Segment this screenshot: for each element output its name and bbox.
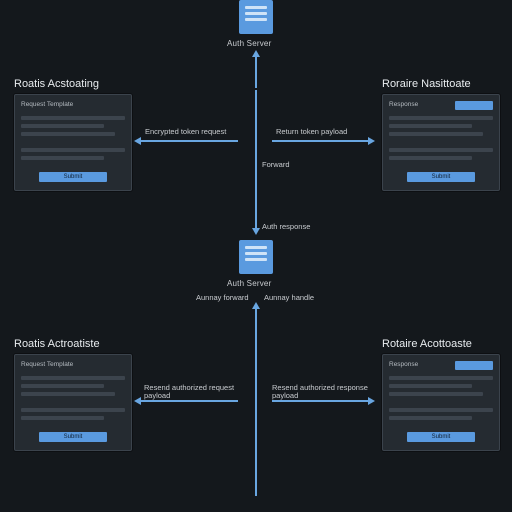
page-card: Response Submit xyxy=(382,354,500,451)
arrow-head-left xyxy=(134,137,141,145)
card-line xyxy=(21,148,125,152)
card-line xyxy=(389,408,493,412)
arrow-label: Encrypted token request xyxy=(145,127,226,136)
card-line xyxy=(21,408,125,412)
card-title: Roatis Acstoating xyxy=(14,78,132,90)
arrow-line xyxy=(140,140,238,142)
arrow-label: Auth response xyxy=(262,222,310,231)
card-button[interactable]: Submit xyxy=(39,172,107,182)
arrow-line xyxy=(272,400,370,402)
card-line xyxy=(389,124,472,128)
page-card: Request Template Submit xyxy=(14,94,132,191)
card-title: Roatis Actroatiste xyxy=(14,338,132,350)
card-tl: Roatis Acstoating Request Template Submi… xyxy=(14,78,132,191)
card-button[interactable]: Submit xyxy=(407,172,475,182)
arrow-label: Forward xyxy=(262,160,290,169)
arrow-label: Aunnay handle xyxy=(264,293,314,302)
card-line xyxy=(389,384,472,388)
server-caption: Auth Server xyxy=(227,279,271,288)
arrow-line xyxy=(255,54,257,88)
arrow-label: Resend authorized request payload xyxy=(144,384,244,400)
page-card: Request Template Submit xyxy=(14,354,132,451)
arrow-label: Return token payload xyxy=(276,127,347,136)
arrow-head-down xyxy=(252,228,260,235)
server-line xyxy=(245,6,267,9)
card-br: Rotaire Acottoaste Response Submit xyxy=(382,338,500,451)
card-line xyxy=(389,392,483,396)
card-line xyxy=(389,156,472,160)
card-button[interactable]: Submit xyxy=(407,432,475,442)
server-caption: Auth Server xyxy=(227,39,271,48)
card-line xyxy=(389,376,493,380)
page-card: Response Submit xyxy=(382,94,500,191)
arrow-line xyxy=(255,306,257,496)
arrow-head-right xyxy=(368,137,375,145)
server-icon xyxy=(239,240,273,274)
card-header: Request Template xyxy=(21,101,73,110)
card-tr: Roraire Nasittoate Response Submit xyxy=(382,78,500,191)
card-button[interactable]: Submit xyxy=(39,432,107,442)
arrow-label: Aunnay forward xyxy=(196,293,249,302)
arrow-label: Resend authorized response payload xyxy=(272,384,376,400)
server-line xyxy=(245,258,267,261)
server-icon xyxy=(239,0,273,34)
card-line xyxy=(389,148,493,152)
arrow-head-up xyxy=(252,302,260,309)
card-line xyxy=(389,116,493,120)
card-bl: Roatis Actroatiste Request Template Subm… xyxy=(14,338,132,451)
card-header: Request Template xyxy=(21,361,73,370)
card-chip xyxy=(455,101,493,110)
card-line xyxy=(21,416,104,420)
arrow-head-up xyxy=(252,50,260,57)
arrow-line xyxy=(272,140,370,142)
card-title: Roraire Nasittoate xyxy=(382,78,500,90)
card-header: Response xyxy=(389,361,418,370)
server-line xyxy=(245,252,267,255)
arrow-line xyxy=(255,90,257,230)
card-line xyxy=(21,156,104,160)
card-line xyxy=(21,124,104,128)
card-line xyxy=(389,416,472,420)
card-header: Response xyxy=(389,101,418,110)
card-title: Rotaire Acottoaste xyxy=(382,338,500,350)
card-line xyxy=(21,376,125,380)
server-line xyxy=(245,18,267,21)
card-line xyxy=(21,116,125,120)
card-line xyxy=(21,392,115,396)
card-line xyxy=(21,384,104,388)
server-line xyxy=(245,12,267,15)
arrow-line xyxy=(140,400,238,402)
card-chip xyxy=(455,361,493,370)
card-line xyxy=(21,132,115,136)
arrow-head-left xyxy=(134,397,141,405)
server-line xyxy=(245,246,267,249)
card-line xyxy=(389,132,483,136)
